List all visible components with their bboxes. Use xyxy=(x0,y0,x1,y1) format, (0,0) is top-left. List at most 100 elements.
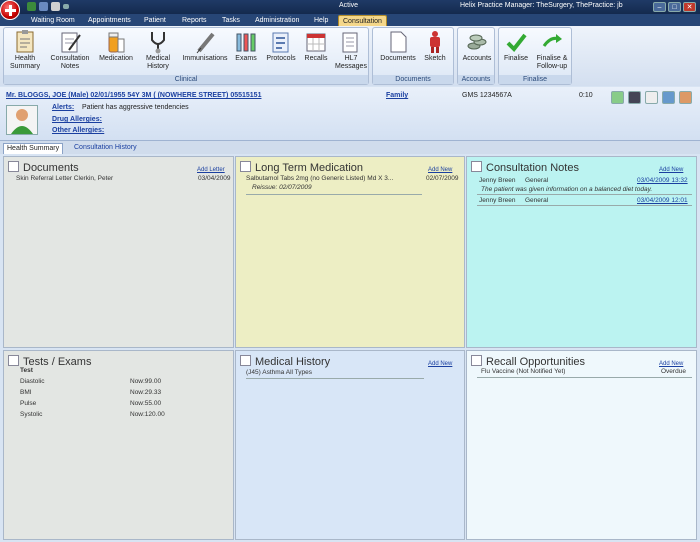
medication-date: 02/07/2009 xyxy=(426,175,459,182)
notes-icon xyxy=(59,30,81,54)
tools-icon[interactable] xyxy=(679,91,692,104)
document-item[interactable]: Skin Referral Letter Clerkin, Peter xyxy=(16,175,113,182)
test-name: Diastolic xyxy=(20,378,45,385)
test-name: Systolic xyxy=(20,411,43,418)
medication-title: Long Term Medication xyxy=(240,161,363,174)
medical-history-title: Medical History xyxy=(240,355,330,368)
test-tubes-icon xyxy=(235,30,257,54)
note-type: General xyxy=(525,177,549,184)
medical-history-panel: Medical History Add New (J45) Asthma All… xyxy=(235,350,465,540)
minimize-button[interactable]: – xyxy=(653,2,666,12)
tab-consultation[interactable]: Consultation xyxy=(338,15,387,26)
immunisations-label: Immunisations xyxy=(182,55,228,62)
history-item[interactable]: (J45) Asthma All Types xyxy=(246,369,312,376)
finalise-follow-up-button[interactable]: Finalise & Follow-up xyxy=(533,30,571,71)
tab-administration[interactable]: Administration xyxy=(255,15,299,26)
test-name: BMI xyxy=(20,389,32,396)
coins-icon xyxy=(466,30,488,54)
ribbon: Health Summary Consultation Notes Medica… xyxy=(0,26,700,86)
note-timestamp[interactable]: 03/04/2009 13:32 xyxy=(637,177,688,184)
tab-health-summary[interactable]: Health Summary xyxy=(3,143,64,154)
note-type: General xyxy=(525,197,549,204)
sketch-label: Sketch xyxy=(424,55,446,62)
print-icon[interactable] xyxy=(645,91,658,104)
finalise-button[interactable]: Finalise xyxy=(501,30,531,63)
health-summary-button[interactable]: Health Summary xyxy=(8,30,42,71)
tab-patient[interactable]: Patient xyxy=(144,15,166,26)
clinical-group-label: Clinical xyxy=(4,75,368,84)
medication-button[interactable]: Medication xyxy=(99,30,133,63)
documents-button[interactable]: Documents xyxy=(379,30,417,63)
syringe-icon xyxy=(194,30,216,54)
add-history-link[interactable]: Add New xyxy=(428,361,452,367)
tab-reports[interactable]: Reports xyxy=(182,15,207,26)
sketch-button[interactable]: Sketch xyxy=(421,30,449,63)
documents-group-label: Documents xyxy=(373,75,453,84)
documents-icon xyxy=(8,161,19,172)
maximize-button[interactable]: □ xyxy=(668,2,681,12)
medication-panel: Long Term Medication Add New Salbutamol … xyxy=(235,156,465,348)
mail-icon[interactable] xyxy=(51,2,60,11)
accounts-button[interactable]: Accounts xyxy=(460,30,494,63)
add-letter-link[interactable]: Add Letter xyxy=(197,167,225,173)
note-author: Jenny Breen xyxy=(479,177,516,184)
family-link[interactable]: Family xyxy=(386,92,408,99)
pill-bottle-icon xyxy=(105,30,127,54)
calendar-icon xyxy=(305,30,327,54)
close-button[interactable]: ✕ xyxy=(683,2,696,12)
dropdown-icon[interactable] xyxy=(63,4,69,9)
medication-item[interactable]: Salbutamol Tabs 2mg (no Generic Listed) … xyxy=(246,175,393,182)
users-icon[interactable] xyxy=(662,91,675,104)
health-summary-label: Health Summary xyxy=(10,55,40,70)
add-medication-link[interactable]: Add New xyxy=(428,167,452,173)
recalls-button[interactable]: Recalls xyxy=(301,30,331,63)
phone-icon[interactable] xyxy=(628,91,641,104)
alerts-text: Patient has aggressive tendencies xyxy=(82,104,189,111)
drug-allergies-link[interactable]: Drug Allergies: xyxy=(52,116,102,123)
protocols-button[interactable]: Protocols xyxy=(264,30,298,63)
add-recall-link[interactable]: Add New xyxy=(659,361,683,367)
recall-status: Overdue xyxy=(661,368,686,375)
consultation-notes-button[interactable]: Consultation Notes xyxy=(50,30,90,71)
tab-appointments[interactable]: Appointments xyxy=(88,15,131,26)
tab-consultation-history[interactable]: Consultation History xyxy=(71,143,140,154)
medical-history-button[interactable]: Medical History xyxy=(141,30,175,71)
exams-button[interactable]: Exams xyxy=(232,30,260,63)
other-allergies-link[interactable]: Other Allergies: xyxy=(52,127,104,134)
tab-waiting-room[interactable]: Waiting Room xyxy=(31,15,75,26)
title-bar: Active Helix Practice Manager: TheSurger… xyxy=(0,0,700,14)
recall-title: Recall Opportunities xyxy=(471,355,585,368)
recall-item[interactable]: Flu Vaccine (Not Notified Yet) xyxy=(481,368,565,375)
protocols-icon xyxy=(270,30,292,54)
consultation-notes-label: Consultation Notes xyxy=(50,55,90,70)
note-divider xyxy=(477,205,692,206)
patient-name-link[interactable]: Mr. BLOGGS, JOE (Male) 02/01/1955 54Y 3M… xyxy=(6,92,261,99)
note-timestamp[interactable]: 03/04/2009 12:01 xyxy=(637,197,688,204)
menu-bar: Waiting Room Appointments Patient Report… xyxy=(0,14,700,26)
test-column-header: Test xyxy=(20,367,33,374)
document-date: 03/04/2009 xyxy=(198,175,231,182)
tests-icon xyxy=(8,355,19,366)
medication-reissue: Reissue: 02/07/2009 xyxy=(252,184,312,191)
alerts-link[interactable]: Alerts: xyxy=(52,104,74,111)
person-icon xyxy=(11,109,33,134)
tab-tasks[interactable]: Tasks xyxy=(222,15,240,26)
immunisations-button[interactable]: Immunisations xyxy=(182,30,228,63)
hl7-messages-button[interactable]: HL7 Messages xyxy=(334,30,368,71)
gms-number: GMS 1234567A xyxy=(462,92,512,99)
tab-help[interactable]: Help xyxy=(314,15,328,26)
accounts-label: Accounts xyxy=(462,55,492,62)
search-icon[interactable] xyxy=(39,2,48,11)
app-window: Active Helix Practice Manager: TheSurger… xyxy=(0,0,700,542)
tests-panel: Tests / Exams Test Diastolic Now:99.00 B… xyxy=(3,350,234,540)
consultation-notes-title: Consultation Notes xyxy=(471,161,579,174)
protocols-label: Protocols xyxy=(266,55,296,62)
history-divider xyxy=(246,378,424,379)
document-icon xyxy=(387,30,409,54)
patient-card-icon[interactable] xyxy=(611,91,624,104)
test-value: Now:55.00 xyxy=(130,400,162,407)
save-icon[interactable] xyxy=(27,2,36,11)
add-consultation-link[interactable]: Add New xyxy=(659,167,683,173)
avatar xyxy=(6,105,38,135)
app-menu-button[interactable] xyxy=(0,0,20,20)
